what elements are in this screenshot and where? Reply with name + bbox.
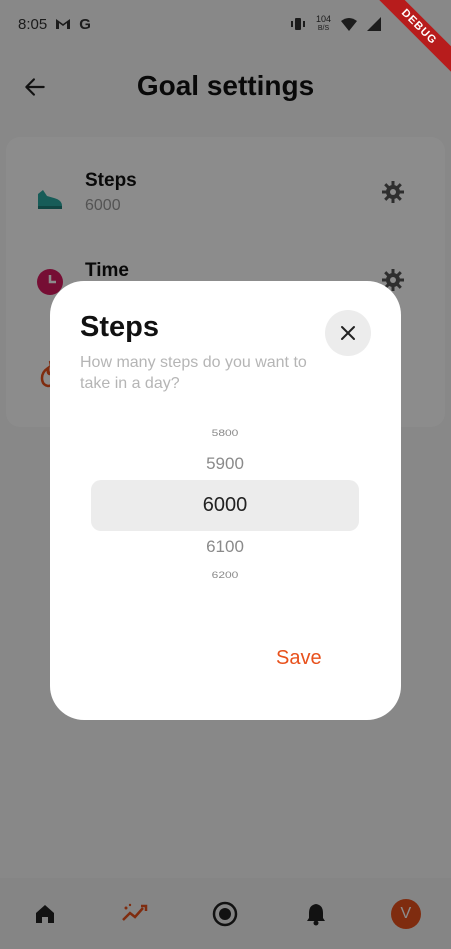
steps-picker[interactable]: ​ 5800 5900 6000 6100 6200 (91, 414, 359, 594)
picker-item[interactable]: 6200 (91, 569, 359, 580)
dialog-title: Steps (80, 311, 159, 343)
picker-item[interactable]: 5900 (91, 454, 359, 474)
close-button[interactable] (325, 310, 371, 356)
close-icon (341, 326, 355, 340)
picker-selected-value[interactable]: 6000 (91, 480, 359, 531)
picker-item[interactable]: 6100 (91, 537, 359, 557)
picker-item[interactable]: 5800 (91, 427, 359, 438)
dialog-subtitle: How many steps do you want to take in a … (80, 354, 307, 392)
steps-dialog: Steps How many steps do you want to take… (50, 281, 401, 720)
save-button[interactable]: Save (276, 647, 322, 670)
picker-item: ​ (91, 414, 359, 422)
